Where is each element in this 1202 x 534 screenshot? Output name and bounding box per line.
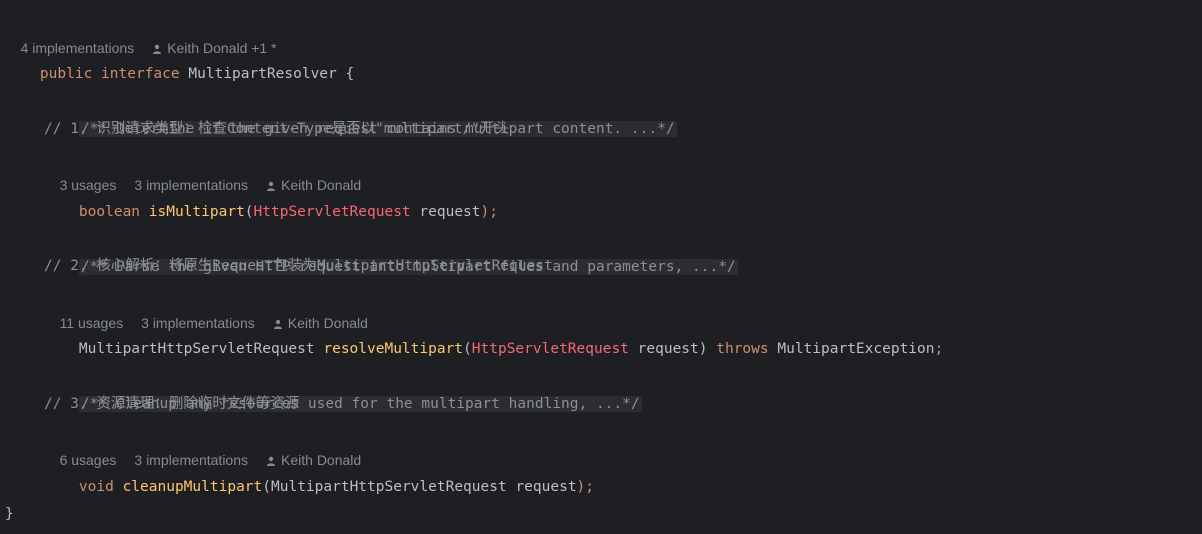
param-type[interactable]: HttpServletRequest	[254, 204, 411, 220]
method-name[interactable]: isMultipart	[149, 204, 245, 220]
open-paren: (	[262, 479, 271, 495]
method-signature-2[interactable]: MultipartHttpServletRequest resolveMulti…	[44, 307, 943, 357]
open-brace: {	[345, 66, 355, 82]
method-signature-3[interactable]: void cleanupMultipart(MultipartHttpServl…	[44, 445, 594, 495]
line-comment-3: // 3. 资源清理：删除临时文件等资源	[44, 396, 300, 412]
exception-type[interactable]: MultipartException	[777, 341, 934, 357]
close-paren: )	[698, 341, 708, 357]
param-name: request	[515, 479, 577, 495]
return-type: void	[78, 479, 114, 495]
method-inlay-hint-3: 6 usages 3 implementations Keith Donald	[44, 418, 362, 468]
keyword-public: public	[39, 66, 93, 82]
close-brace: }	[5, 506, 14, 522]
doc-comment-2[interactable]: /** Parse the given HTTP request into mu…	[44, 225, 738, 275]
return-type: boolean	[78, 204, 141, 220]
param-name: request	[419, 204, 481, 220]
line-comment-1: // 1. 识别请求类型：检查Content-Type是否以"multipart…	[44, 121, 509, 137]
line-comment-2: // 2. 核心解析：将原生Request包装为MultipartHttpSer…	[44, 258, 553, 274]
keyword-throws: throws	[716, 341, 769, 357]
return-type[interactable]: MultipartHttpServletRequest	[79, 341, 315, 357]
close-paren-semicolon: );	[576, 479, 595, 495]
interface-name[interactable]: MultipartResolver	[188, 66, 336, 82]
keyword-interface: interface	[101, 66, 180, 82]
param-name: request	[637, 341, 699, 357]
interface-declaration[interactable]: public interface MultipartResolver {	[5, 32, 354, 82]
method-inlay-hint-1: 3 usages 3 implementations Keith Donald	[44, 143, 362, 193]
interface-inlay-hint: 4 implementations Keith Donald +1 *	[5, 6, 277, 56]
open-paren: (	[463, 341, 472, 357]
method-inlay-hint-2: 11 usages 3 implementations Keith Donald	[44, 281, 368, 331]
code-editor[interactable]: 4 implementations Keith Donald +1 * publi…	[0, 0, 1202, 534]
doc-comment-1[interactable]: /** Determine if the given request conta…	[44, 87, 677, 137]
method-name[interactable]: resolveMultipart	[323, 341, 463, 357]
semicolon: ;	[934, 341, 944, 357]
doc-comment-3[interactable]: /** Cleanup any resources used for the m…	[44, 362, 642, 412]
method-signature-1[interactable]: boolean isMultipart(HttpServletRequest r…	[44, 170, 498, 220]
open-paren: (	[244, 204, 254, 220]
close-paren-semicolon: );	[480, 204, 498, 220]
param-type[interactable]: MultipartHttpServletRequest	[271, 479, 507, 495]
param-type[interactable]: HttpServletRequest	[472, 341, 629, 357]
method-name[interactable]: cleanupMultipart	[123, 479, 263, 495]
